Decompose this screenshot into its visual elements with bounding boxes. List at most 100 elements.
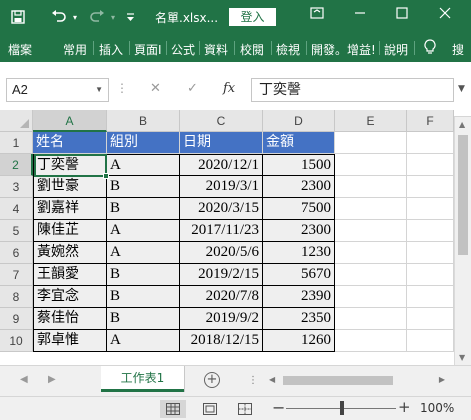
name-cell[interactable]: 劉世豪 [33,176,107,198]
lightbulb-icon[interactable] [424,39,436,58]
tab-page-layout[interactable]: 頁面I [134,41,162,58]
ribbon-display-options-icon[interactable] [305,5,329,27]
header-cell[interactable]: 姓名 [33,132,107,154]
date-cell[interactable]: 2019/2/15 [180,264,263,286]
vertical-scrollbar[interactable]: ▲ ▼ [454,117,471,365]
tab-help[interactable]: 說明 [384,41,408,58]
tab-file[interactable]: 檔案 [8,41,32,58]
empty-cell[interactable] [335,154,407,176]
date-cell[interactable]: 2017/11/23 [180,220,263,242]
maximize-icon[interactable] [390,5,414,27]
zoom-out-button[interactable]: − [272,398,285,417]
amount-cell[interactable]: 1500 [263,154,335,176]
row-header[interactable]: 5 [0,220,33,242]
date-cell[interactable]: 2020/7/8 [180,286,263,308]
amount-cell[interactable]: 2300 [263,176,335,198]
group-cell[interactable]: B [107,198,180,220]
name-box[interactable]: A2 ▼ [6,78,109,102]
date-cell[interactable]: 2020/3/15 [180,198,263,220]
group-cell[interactable]: B [107,264,180,286]
empty-cell[interactable] [407,220,454,242]
sheet-tab-active[interactable]: 工作表1 [101,366,184,392]
column-header-d[interactable]: D [263,110,335,132]
sheet-next-icon[interactable]: ▶ [48,374,56,385]
normal-view-button[interactable] [160,400,186,418]
empty-cell[interactable] [407,308,454,330]
undo-icon[interactable] [48,7,70,27]
redo-dropdown-icon[interactable]: ▾ [108,7,118,27]
empty-cell[interactable] [335,176,407,198]
empty-cell[interactable] [335,220,407,242]
empty-cell[interactable] [407,242,454,264]
empty-cell[interactable] [407,198,454,220]
customize-quick-access-icon[interactable] [124,7,136,27]
name-cell[interactable]: 黃婉然 [33,242,107,264]
zoom-level[interactable]: 100% [420,401,454,415]
row-header[interactable]: 1 [0,132,33,154]
empty-cell[interactable] [407,330,454,352]
date-cell[interactable]: 2019/3/1 [180,176,263,198]
empty-cell[interactable] [335,198,407,220]
empty-cell[interactable] [335,330,407,352]
tab-search[interactable]: 搜 [452,41,464,58]
date-cell[interactable]: 2020/12/1 [180,154,263,176]
add-sheet-icon[interactable]: + [204,372,220,388]
group-cell[interactable]: B [107,176,180,198]
date-cell[interactable]: 2020/5/6 [180,242,263,264]
empty-cell[interactable] [407,132,454,154]
scroll-down-icon[interactable]: ▼ [459,353,465,362]
row-header[interactable]: 10 [0,330,33,352]
group-cell[interactable]: A [107,154,180,176]
row-header[interactable]: 4 [0,198,33,220]
group-cell[interactable]: A [107,220,180,242]
date-cell[interactable]: 2018/12/15 [180,330,263,352]
redo-icon[interactable] [86,7,108,27]
tab-add-ins[interactable]: 增益! [347,41,376,58]
row-header[interactable]: 7 [0,264,33,286]
save-icon[interactable] [8,7,28,27]
page-break-preview-button[interactable] [232,400,258,418]
header-cell[interactable]: 日期 [180,132,263,154]
empty-cell[interactable] [335,308,407,330]
scroll-up-icon[interactable]: ▲ [459,120,465,129]
empty-cell[interactable] [335,264,407,286]
tab-review[interactable]: 校閱 [240,41,264,58]
zoom-slider-thumb[interactable] [340,401,344,415]
select-all-button[interactable] [0,110,33,132]
horizontal-scrollbar[interactable]: ◀ ▶ [265,373,445,388]
name-cell[interactable]: 李宜念 [33,286,107,308]
zoom-in-button[interactable]: + [398,398,411,416]
fill-handle[interactable] [103,173,109,179]
tab-formulas[interactable]: 公式 [171,41,195,58]
vertical-scroll-thumb[interactable] [458,135,468,255]
undo-dropdown-icon[interactable]: ▾ [70,7,80,27]
tab-home[interactable]: 常用 [63,41,87,58]
scroll-right-icon[interactable]: ▶ [439,375,445,384]
empty-cell[interactable] [335,242,407,264]
name-cell[interactable]: 王韻愛 [33,264,107,286]
cancel-icon[interactable]: ✕ [150,81,161,96]
name-cell[interactable]: 郭卓惟 [33,330,107,352]
scroll-left-icon[interactable]: ◀ [269,375,275,384]
header-cell[interactable]: 金額 [263,132,335,154]
expand-formula-bar-icon[interactable]: ▼ [458,84,465,94]
amount-cell[interactable]: 2350 [263,308,335,330]
empty-cell[interactable] [407,264,454,286]
row-header[interactable]: 3 [0,176,33,198]
empty-cell[interactable] [407,286,454,308]
empty-cell[interactable] [335,286,407,308]
page-layout-view-button[interactable] [197,400,223,418]
amount-cell[interactable]: 2390 [263,286,335,308]
row-header[interactable]: 6 [0,242,33,264]
formula-input[interactable]: 丁奕謦 [251,78,454,102]
tab-insert[interactable]: 插入 [99,41,123,58]
header-cell[interactable]: 組別 [107,132,180,154]
column-header-f[interactable]: F [407,110,454,132]
worksheet-grid[interactable]: A B C D E F 1 2 3 4 5 6 7 8 9 10 姓名 組別 日… [0,110,454,360]
empty-cell[interactable] [335,132,407,154]
tab-data[interactable]: 資料 [204,41,228,58]
more-options-icon[interactable]: ⋮ [248,375,258,386]
column-header-c[interactable]: C [180,110,263,132]
group-cell[interactable]: B [107,308,180,330]
empty-cell[interactable] [407,176,454,198]
